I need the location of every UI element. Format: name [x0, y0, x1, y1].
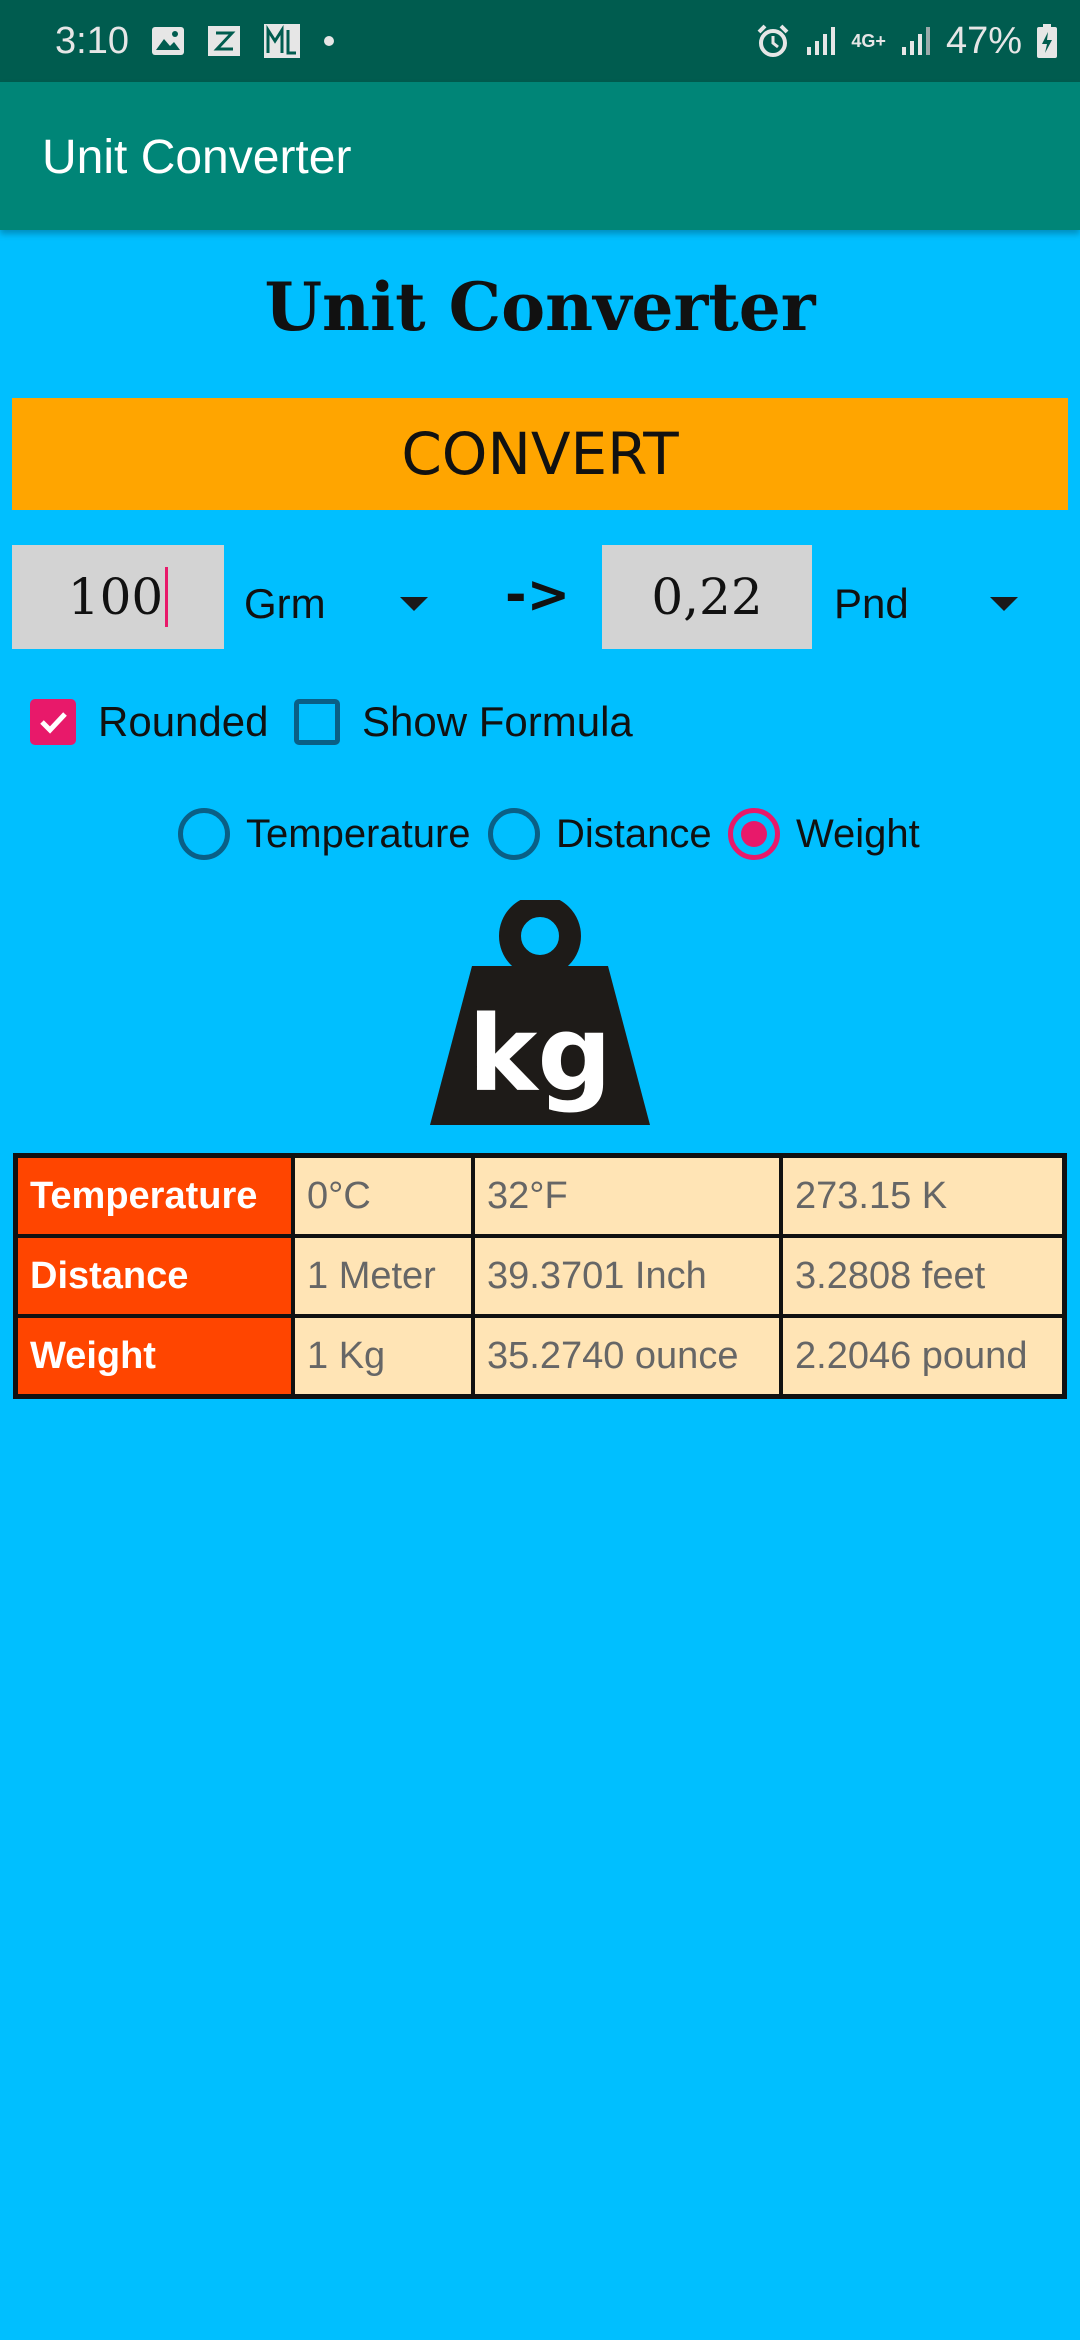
status-left: 3:10	[55, 0, 335, 82]
z-app-icon	[207, 25, 241, 57]
table-cell: 2.2046 pound	[781, 1316, 1064, 1396]
rounded-checkbox-row[interactable]: Rounded	[30, 692, 268, 752]
input-value-field[interactable]: 100	[12, 545, 224, 649]
table-row: Distance 1 Meter 39.3701 Inch 3.2808 fee…	[16, 1236, 1064, 1316]
rounded-checkbox[interactable]	[30, 699, 76, 745]
status-bar: 3:10 4G+ 47%	[0, 0, 1080, 82]
convert-button[interactable]: CONVERT	[12, 398, 1068, 510]
signal-icon-2	[900, 25, 932, 57]
table-cell: 35.2740 ounce	[473, 1316, 781, 1396]
app-bar-title: Unit Converter	[42, 131, 352, 184]
signal-icon	[805, 25, 837, 57]
input-value: 100	[67, 568, 164, 626]
output-value: 0,22	[651, 568, 763, 626]
rounded-label: Rounded	[98, 698, 269, 745]
radio-label-weight: Weight	[796, 811, 920, 856]
from-unit-dropdown[interactable]: Grm	[244, 552, 444, 656]
dot-icon	[323, 35, 335, 47]
image-icon	[151, 26, 185, 56]
radio-temperature[interactable]: Temperature	[178, 804, 471, 864]
check-icon	[40, 712, 67, 734]
battery-icon	[1036, 23, 1058, 59]
row-header: Temperature	[16, 1156, 293, 1236]
battery-percent: 47%	[945, 19, 1022, 62]
row-header: Weight	[16, 1316, 293, 1396]
row-header: Distance	[16, 1236, 293, 1316]
to-unit-dropdown[interactable]: Pnd	[834, 552, 1034, 656]
network-label: 4G+	[851, 30, 886, 51]
conversion-arrow: ->	[505, 565, 571, 625]
text-cursor	[165, 567, 169, 627]
page-title: Unit Converter	[264, 268, 816, 346]
alarm-icon	[755, 23, 791, 59]
from-unit-label: Grm	[244, 580, 326, 627]
table-cell: 32°F	[473, 1156, 781, 1236]
reference-table: Temperature 0°C 32°F 273.15 K Distance 1…	[13, 1153, 1067, 1399]
dropdown-arrow-icon	[400, 597, 428, 611]
radio-distance[interactable]: Distance	[488, 804, 712, 864]
table-cell: 39.3701 Inch	[473, 1236, 781, 1316]
status-time: 3:10	[55, 19, 129, 62]
radio-label-temperature: Temperature	[246, 811, 471, 856]
radio-weight[interactable]: Weight	[728, 804, 920, 864]
table-row: Temperature 0°C 32°F 273.15 K	[16, 1156, 1064, 1236]
radio-button[interactable]	[178, 808, 230, 860]
status-right: 4G+ 47%	[755, 0, 1058, 82]
app-bar: Unit Converter	[0, 82, 1080, 230]
show-formula-label: Show Formula	[362, 698, 633, 745]
to-unit-label: Pnd	[834, 580, 909, 627]
kg-label: kg	[468, 993, 612, 1115]
radio-label-distance: Distance	[556, 811, 712, 856]
table-row: Weight 1 Kg 35.2740 ounce 2.2046 pound	[16, 1316, 1064, 1396]
table-cell: 3.2808 feet	[781, 1236, 1064, 1316]
dropdown-arrow-icon	[990, 597, 1018, 611]
radio-dot	[741, 821, 767, 847]
show-formula-checkbox[interactable]	[294, 699, 340, 745]
radio-button[interactable]	[488, 808, 540, 860]
table-cell: 1 Kg	[293, 1316, 473, 1396]
radio-button-selected[interactable]	[728, 808, 780, 860]
ml-app-icon	[263, 23, 301, 59]
output-value-field[interactable]: 0,22	[602, 545, 812, 649]
kettlebell-weight-icon: kg	[428, 895, 652, 1128]
table-cell: 1 Meter	[293, 1236, 473, 1316]
table-cell: 273.15 K	[781, 1156, 1064, 1236]
table-cell: 0°C	[293, 1156, 473, 1236]
show-formula-checkbox-row[interactable]: Show Formula	[294, 692, 633, 752]
